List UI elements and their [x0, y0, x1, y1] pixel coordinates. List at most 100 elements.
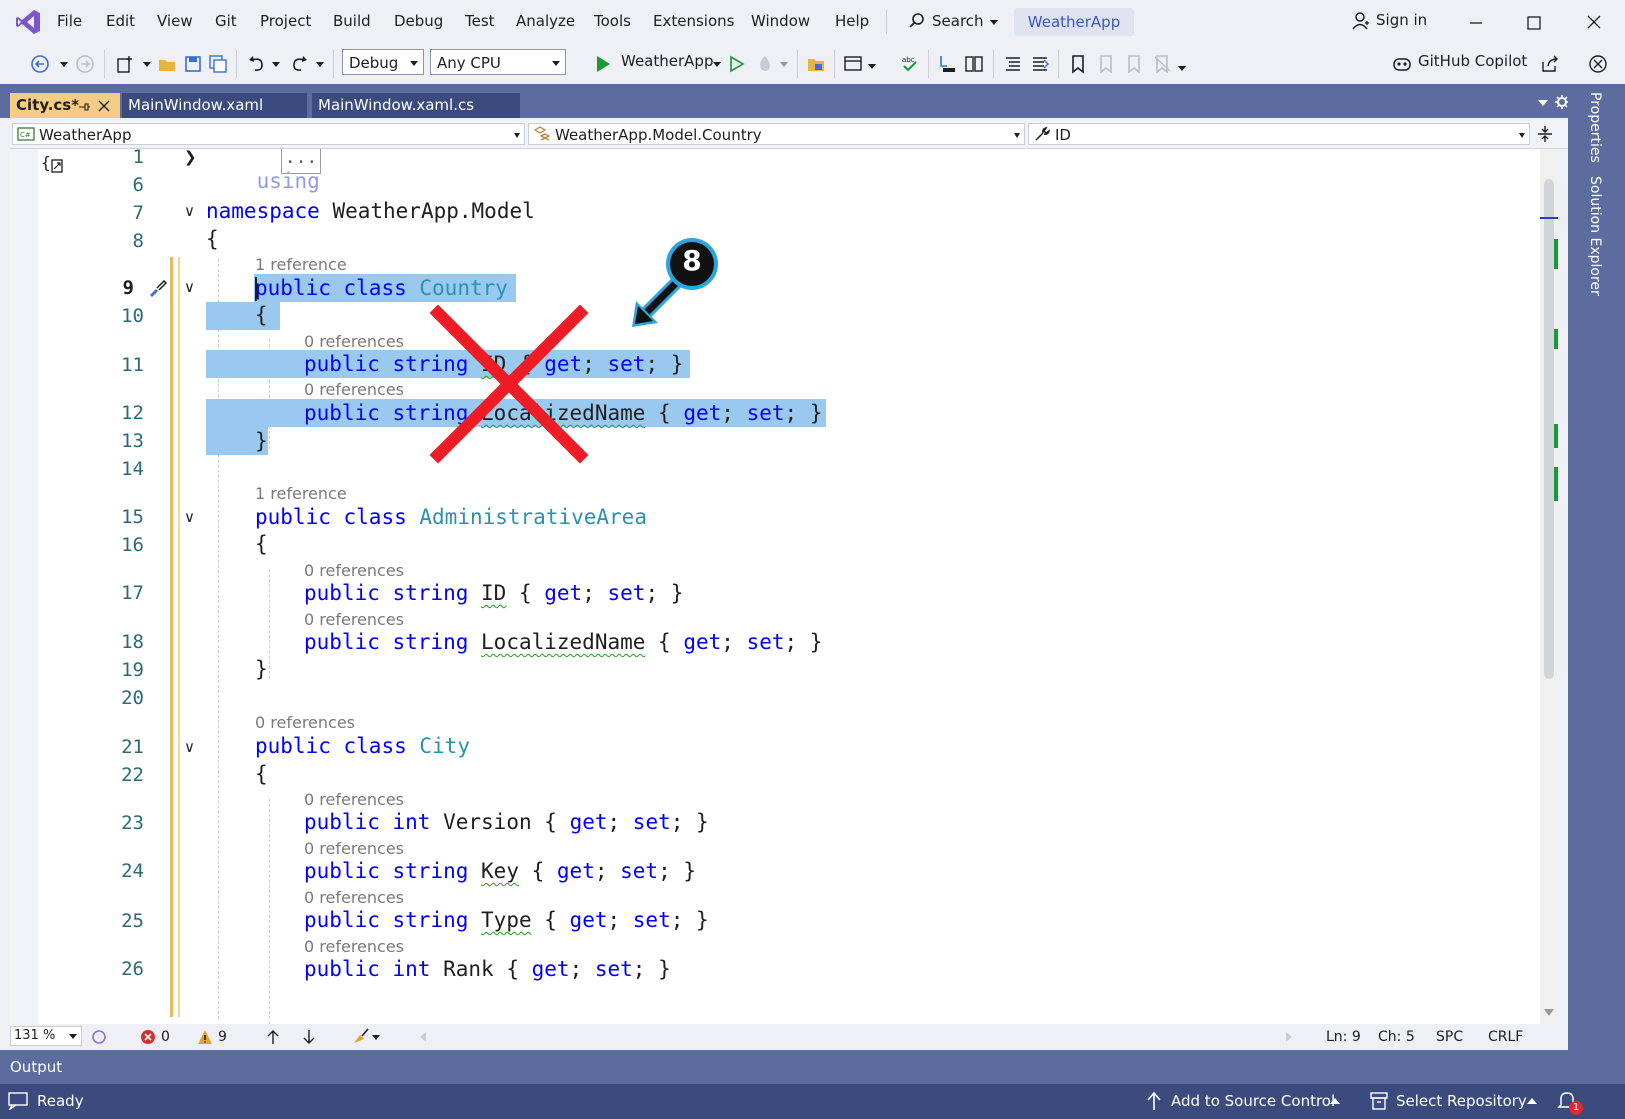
codelens-references[interactable]: 1 reference [255, 484, 347, 503]
window-layout-icon[interactable] [843, 54, 863, 74]
scroll-down-arrow-icon[interactable] [1544, 1009, 1554, 1017]
github-copilot-button[interactable]: GitHub Copilot [1418, 52, 1527, 70]
feedback-icon[interactable] [1588, 54, 1608, 74]
line-indicator[interactable]: Ln: 9 [1326, 1029, 1361, 1045]
uncomment-lines-icon[interactable] [1030, 54, 1050, 74]
code-editor[interactable]: { 1 6 7 8 9 10 11 12 13 14 15 16 17 18 1… [10, 149, 1558, 1024]
hot-reload-icon[interactable] [755, 54, 775, 74]
close-tab-icon[interactable] [98, 100, 110, 112]
chevron-down-icon[interactable] [868, 64, 876, 70]
menu-build[interactable]: Build [333, 12, 371, 30]
codelens-references[interactable]: 0 references [304, 610, 404, 629]
menu-edit[interactable]: Edit [106, 12, 135, 30]
chevron-up-icon[interactable] [1527, 1098, 1537, 1104]
tab-mainwindow-xaml[interactable]: MainWindow.xaml [122, 93, 307, 118]
spell-check-icon[interactable]: abc [900, 54, 920, 74]
platform-select[interactable]: Any CPU [430, 49, 566, 75]
menu-extensions[interactable]: Extensions [653, 12, 734, 30]
menu-tools[interactable]: Tools [594, 12, 631, 30]
code-cleanup-icon[interactable] [90, 1028, 108, 1046]
chevron-down-icon[interactable] [143, 62, 151, 68]
maximize-button[interactable] [1520, 8, 1548, 36]
tab-mainwindow-xaml-cs[interactable]: MainWindow.xaml.cs [312, 93, 520, 118]
chevron-down-icon[interactable] [372, 1035, 380, 1040]
menu-git[interactable]: Git [215, 12, 237, 30]
comment-lines-icon[interactable] [1003, 54, 1023, 74]
share-icon[interactable] [1540, 54, 1560, 74]
clear-bookmarks-icon[interactable] [1152, 54, 1172, 74]
new-project-icon[interactable] [115, 54, 135, 74]
run-target-label[interactable]: WeatherApp [621, 52, 713, 70]
collapse-region-chevron[interactable]: ∨ [184, 202, 195, 220]
warning-icon[interactable] [197, 1029, 213, 1045]
collapsed-region-box[interactable]: ... [281, 149, 321, 174]
collapse-region-chevron[interactable]: ∨ [184, 508, 195, 526]
chevron-down-icon[interactable] [1178, 66, 1186, 72]
codelens-references[interactable]: 1 reference [255, 255, 347, 274]
start-debugging-icon[interactable] [593, 54, 613, 74]
minimize-button[interactable] [1462, 8, 1490, 36]
solution-explorer-panel-tab[interactable]: Solution Explorer [1587, 176, 1603, 296]
undo-icon[interactable] [247, 54, 267, 74]
step-into-icon[interactable] [937, 54, 957, 74]
menu-project[interactable]: Project [260, 12, 311, 30]
broom-cleanup-icon[interactable] [350, 1027, 370, 1045]
github-copilot-icon[interactable] [1392, 54, 1412, 74]
save-all-icon[interactable] [208, 54, 228, 74]
menu-debug[interactable]: Debug [394, 12, 443, 30]
vertical-scrollbar[interactable] [1540, 149, 1558, 1029]
type-dropdown[interactable]: WeatherApp.Model.Country [528, 123, 1025, 145]
codelens-references[interactable]: 0 references [304, 332, 404, 351]
scroll-left-arrow-icon[interactable] [420, 1032, 426, 1042]
codelens-references[interactable]: 0 references [304, 888, 404, 907]
codelens-references[interactable]: 0 references [304, 839, 404, 858]
expand-region-chevron[interactable]: ❯ [184, 149, 197, 166]
chevron-down-icon[interactable] [780, 62, 788, 68]
menu-file[interactable]: File [57, 12, 82, 30]
menu-window[interactable]: Window [751, 12, 810, 30]
code-map-icon[interactable]: { [40, 151, 70, 177]
configuration-select[interactable]: Debug [342, 49, 424, 75]
next-issue-arrow-icon[interactable] [302, 1029, 316, 1045]
bookmark-icon[interactable] [1068, 54, 1088, 74]
codelens-references[interactable]: 0 references [304, 937, 404, 956]
member-dropdown[interactable]: ID [1028, 123, 1530, 145]
chevron-down-icon[interactable] [713, 62, 721, 68]
chevron-down-icon[interactable] [272, 62, 280, 68]
pin-icon[interactable] [78, 101, 90, 113]
open-folder-icon[interactable] [157, 54, 177, 74]
start-without-debugging-icon[interactable] [727, 54, 747, 74]
screwdriver-quick-actions-icon[interactable] [142, 277, 168, 303]
previous-issue-arrow-icon[interactable] [266, 1029, 280, 1045]
output-panel-tab[interactable]: Output [10, 1058, 62, 1076]
project-dropdown[interactable]: C# WeatherApp [12, 123, 525, 145]
whitespace-indicator[interactable]: SPC [1436, 1029, 1463, 1045]
close-window-button[interactable] [1580, 8, 1608, 36]
warning-count[interactable]: 9 [218, 1029, 227, 1045]
zoom-level-select[interactable]: 131 % [10, 1026, 82, 1046]
search-box[interactable]: Search [908, 9, 1000, 35]
navigate-forward-icon[interactable] [75, 54, 95, 74]
menu-test[interactable]: Test [465, 12, 495, 30]
line-ending-indicator[interactable]: CRLF [1488, 1029, 1523, 1045]
next-bookmark-icon[interactable] [1124, 54, 1144, 74]
sign-in-link[interactable]: Sign in [1376, 11, 1427, 29]
redo-icon[interactable] [289, 54, 309, 74]
menu-help[interactable]: Help [835, 12, 869, 30]
error-icon[interactable] [140, 1029, 156, 1045]
codelens-references[interactable]: 0 references [304, 380, 404, 399]
navigate-back-icon[interactable] [30, 54, 50, 74]
codelens-references[interactable]: 0 references [255, 713, 355, 732]
visual-studio-logo-icon[interactable] [14, 8, 42, 36]
add-to-source-control-button[interactable]: Add to Source Control [1171, 1092, 1335, 1110]
chevron-down-icon[interactable] [316, 62, 324, 68]
menu-analyze[interactable]: Analyze [516, 12, 575, 30]
chevron-up-icon[interactable] [1330, 1098, 1340, 1104]
scroll-right-arrow-icon[interactable] [1286, 1032, 1292, 1042]
collapse-region-chevron[interactable]: ∨ [184, 738, 195, 756]
properties-panel-tab[interactable]: Properties [1587, 92, 1603, 163]
solution-explorer-icon[interactable] [806, 54, 826, 74]
split-window-icon[interactable] [1537, 125, 1553, 143]
codelens-references[interactable]: 0 references [304, 561, 404, 580]
collapse-region-chevron[interactable]: ∨ [184, 278, 195, 296]
